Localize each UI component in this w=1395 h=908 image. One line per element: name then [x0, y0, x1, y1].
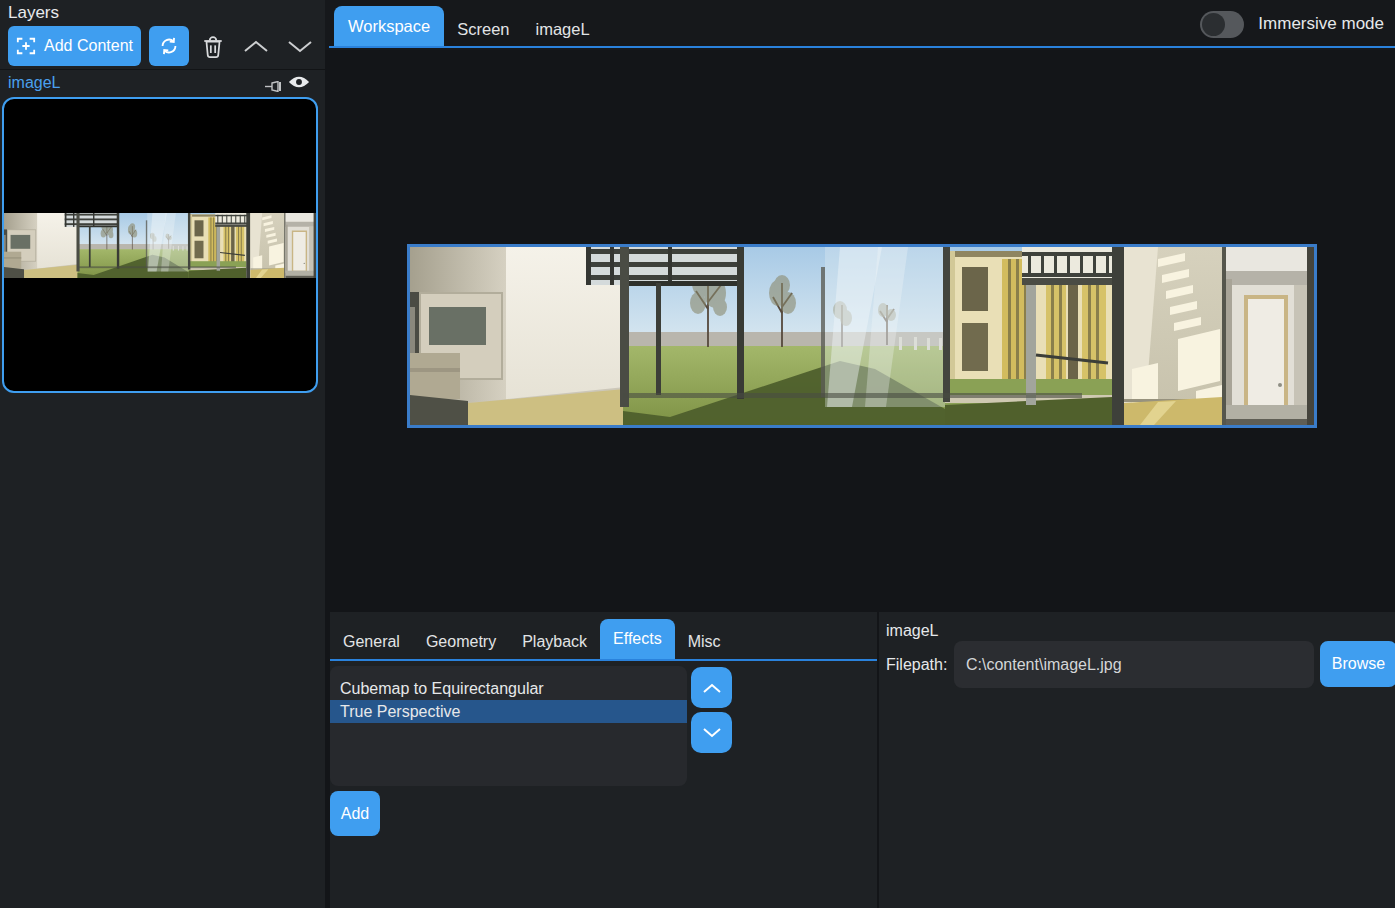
layer-settings-tabbar: General Geometry Playback Effects Misc — [330, 612, 877, 661]
sidebar-divider — [0, 69, 325, 70]
immersive-mode-control: Immersive mode — [1200, 0, 1384, 48]
layer-row[interactable]: imageL — [0, 72, 325, 96]
layers-title: Layers — [8, 3, 59, 23]
effects-list: Cubemap to Equirectangular True Perspect… — [330, 666, 687, 786]
workspace-canvas[interactable] — [325, 50, 1395, 612]
add-content-button[interactable]: Add Content — [8, 26, 141, 66]
effects-panel: General Geometry Playback Effects Misc C… — [325, 612, 877, 908]
refresh-button[interactable] — [149, 26, 189, 66]
effects-list-item-selected[interactable]: True Perspective — [330, 700, 687, 723]
main-area: Workspace Screen imageL Immersive mode G… — [325, 0, 1395, 908]
effect-move-up-button[interactable] — [691, 667, 732, 708]
chevron-up-icon — [702, 683, 722, 693]
tab-workspace[interactable]: Workspace — [334, 6, 444, 46]
layer-thumbnail-image — [4, 213, 316, 278]
eye-icon[interactable] — [288, 75, 310, 93]
toggle-knob — [1202, 13, 1225, 36]
tab-general[interactable]: General — [330, 625, 413, 659]
tab-geometry[interactable]: Geometry — [413, 625, 509, 659]
layers-sidebar: Layers Add Content — [0, 0, 325, 908]
effect-move-down-button[interactable] — [691, 712, 732, 753]
add-content-icon — [16, 36, 36, 56]
canvas-selected-image[interactable] — [407, 244, 1317, 428]
chevron-down-icon — [287, 40, 313, 53]
refresh-icon — [158, 35, 180, 57]
tab-misc[interactable]: Misc — [675, 625, 734, 659]
properties-layer-name: imageL — [886, 622, 938, 640]
trash-icon — [202, 35, 224, 59]
canvas-image-content — [410, 247, 1314, 425]
layer-thumbnail[interactable] — [2, 97, 318, 393]
add-effect-button[interactable]: Add — [330, 791, 380, 836]
move-layer-up-button[interactable] — [242, 39, 270, 54]
layer-name: imageL — [8, 74, 60, 92]
tab-screen[interactable]: Screen — [444, 12, 522, 46]
delete-layer-button[interactable] — [198, 32, 228, 62]
tab-imagel[interactable]: imageL — [523, 12, 603, 46]
immersive-mode-label: Immersive mode — [1258, 14, 1384, 34]
tab-playback[interactable]: Playback — [509, 625, 600, 659]
layer-properties-panel: imageL Filepath: Browse — [877, 612, 1395, 908]
browse-button[interactable]: Browse — [1320, 641, 1395, 687]
pin-icon[interactable] — [265, 78, 283, 96]
add-content-label: Add Content — [44, 37, 133, 55]
tab-effects[interactable]: Effects — [600, 619, 675, 659]
chevron-down-icon — [702, 728, 722, 738]
effects-list-item[interactable]: Cubemap to Equirectangular — [330, 677, 687, 700]
move-layer-down-button[interactable] — [286, 39, 314, 54]
immersive-mode-toggle[interactable] — [1200, 11, 1244, 38]
chevron-up-icon — [243, 40, 269, 53]
filepath-label: Filepath: — [886, 656, 947, 674]
filepath-input[interactable] — [954, 641, 1314, 688]
